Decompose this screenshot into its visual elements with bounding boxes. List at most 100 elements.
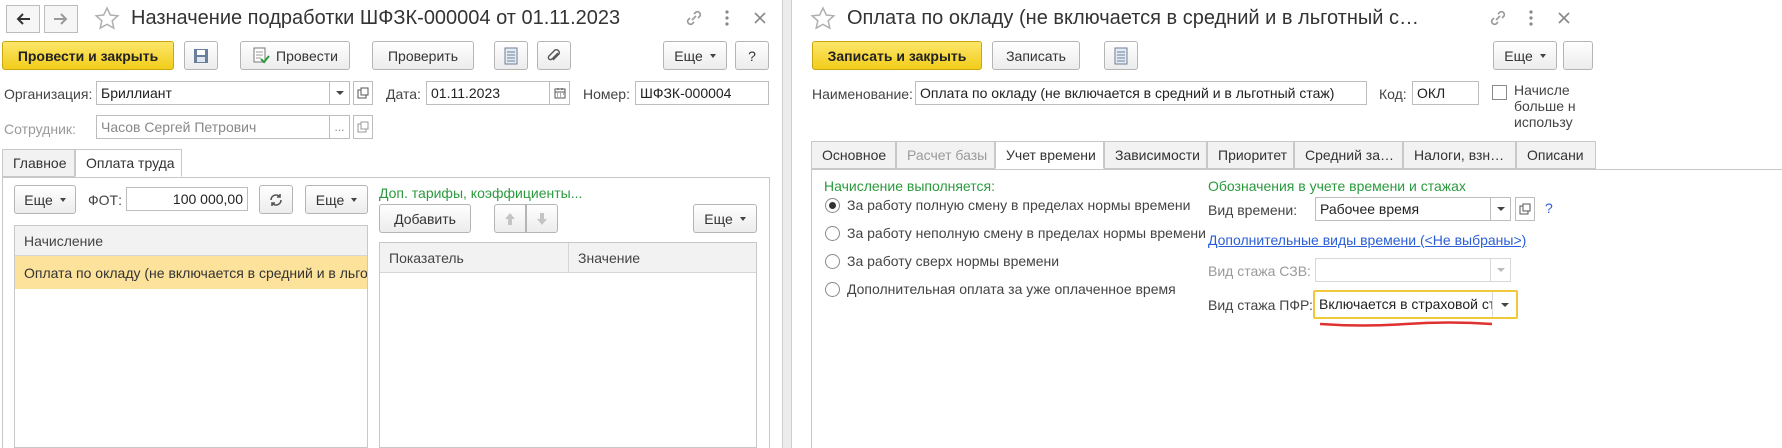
arrow-right-icon (54, 13, 68, 25)
number-field[interactable]: ШФЗК-000004 (635, 81, 769, 105)
refresh-fot-button[interactable] (259, 185, 293, 214)
tariffs-more-button[interactable]: Еще (693, 204, 757, 233)
time-kind-dropdown[interactable] (1491, 197, 1511, 221)
employee-open-button[interactable] (353, 115, 373, 139)
post-and-close-button[interactable]: Провести и закрыть (2, 41, 174, 70)
save-button[interactable] (184, 41, 218, 70)
tariffs-table-header: Показатель Значение (380, 243, 756, 273)
time-kind-field[interactable]: Рабочее время (1315, 197, 1491, 221)
extra-tariffs-link[interactable]: Доп. тарифы, коэффициенты... (379, 185, 582, 201)
radio-part-shift[interactable] (825, 226, 840, 241)
report-button[interactable] (1104, 41, 1138, 70)
name-field[interactable]: Оплата по окладу (не включается в средни… (915, 81, 1367, 105)
date-picker-button[interactable] (550, 81, 570, 105)
more-menu-label: Еще (674, 47, 703, 64)
link-icon[interactable] (684, 9, 704, 30)
favorite-star-icon[interactable] (94, 6, 120, 35)
fot-more-button[interactable]: Еще (305, 185, 368, 214)
date-label: Дата: (386, 86, 421, 102)
fot-field[interactable]: 100 000,00 (126, 187, 248, 211)
tab-general[interactable]: Основное (811, 141, 896, 169)
chevron-down-icon (59, 197, 66, 202)
organization-open-button[interactable] (353, 81, 373, 105)
szv-label: Вид стажа СЗВ: (1208, 263, 1311, 279)
more-menu-button[interactable]: Еще (663, 41, 727, 70)
document-title: Оплата по окладу (не включается в средни… (847, 7, 1419, 29)
checkbox-label: Начисле больше н использу (1514, 82, 1576, 130)
employee-label: Сотрудник: (4, 121, 76, 137)
radio-overtime[interactable] (825, 254, 840, 269)
chevron-down-icon (1496, 207, 1505, 211)
accrual-column-header: Начисление (15, 226, 367, 256)
more-vertical-icon[interactable] (722, 9, 732, 30)
chevron-down-icon (351, 197, 358, 202)
move-up-button[interactable] (494, 204, 526, 233)
attachment-button[interactable] (537, 41, 571, 70)
checkbox-label-line-1: Начисле (1514, 82, 1570, 98)
calendar-icon (554, 88, 565, 99)
organization-dropdown[interactable] (330, 81, 350, 105)
checkbox-label-line-2: больше н (1514, 98, 1576, 114)
forward-button[interactable] (44, 5, 78, 33)
radio-extra-payment[interactable] (825, 282, 840, 297)
employee-field[interactable]: Часов Сергей Петрович (96, 115, 330, 139)
left-window: Назначение подработки ШФЗК-000004 от 01.… (0, 0, 782, 448)
chevron-down-icon (1496, 268, 1505, 272)
organization-field[interactable]: Бриллиант (96, 81, 330, 105)
tab-main[interactable]: Главное (2, 149, 75, 177)
tab-taxes[interactable]: Налоги, взн… (1403, 141, 1516, 169)
back-button[interactable] (6, 5, 40, 33)
code-field[interactable]: ОКЛ (1412, 81, 1479, 105)
post-doc-icon (253, 47, 270, 63)
more-vertical-icon[interactable] (1526, 9, 1536, 30)
more-menu-button[interactable]: Еще (1493, 41, 1557, 70)
check-button[interactable]: Проверить (372, 41, 474, 70)
chevron-down-icon (335, 91, 344, 95)
move-down-button[interactable] (526, 204, 558, 233)
save-record-button[interactable]: Записать (992, 41, 1080, 70)
tab-average[interactable]: Средний за… (1294, 141, 1403, 169)
arrow-up-icon (505, 212, 515, 225)
radio-full-shift-label: За работу полную смену в пределах нормы … (847, 197, 1191, 213)
post-button[interactable]: Провести (240, 41, 350, 70)
organization-label: Организация: (4, 86, 93, 102)
accrual-checkbox[interactable] (1492, 85, 1507, 100)
chevron-down-icon (739, 216, 746, 221)
save-and-close-button[interactable]: Записать и закрыть (812, 41, 982, 70)
chevron-down-icon (709, 53, 716, 58)
tab-priority[interactable]: Приоритет (1207, 141, 1294, 169)
radio-full-shift[interactable] (825, 198, 840, 213)
szv-field[interactable] (1315, 258, 1491, 282)
szv-dropdown[interactable] (1491, 258, 1511, 282)
help-button[interactable]: ? (735, 41, 769, 70)
extra-time-kinds-link[interactable]: Дополнительные виды времени (<Не выбраны… (1208, 232, 1526, 248)
tab-payment[interactable]: Оплата труда (75, 149, 182, 177)
tab-dependencies[interactable]: Зависимости (1104, 141, 1207, 169)
tab-description[interactable]: Описани (1516, 141, 1596, 169)
pfr-dropdown[interactable] (1492, 292, 1516, 317)
fot-more-label: Еще (315, 191, 345, 208)
report-button[interactable] (494, 41, 528, 70)
favorite-star-icon[interactable] (810, 6, 836, 35)
help-button-partial[interactable] (1563, 41, 1593, 70)
tab-time-accounting[interactable]: Учет времени (995, 141, 1104, 169)
accrual-more-button[interactable]: Еще (14, 185, 76, 214)
help-link[interactable]: ? (1545, 200, 1553, 216)
time-kind-open-button[interactable] (1515, 197, 1535, 221)
time-kind-label: Вид времени: (1208, 202, 1298, 218)
tab-base-calc[interactable]: Расчет базы (896, 141, 995, 169)
document-title: Назначение подработки ШФЗК-000004 от 01.… (131, 7, 621, 29)
arrow-down-icon (537, 212, 547, 225)
close-icon[interactable] (752, 9, 768, 30)
link-icon[interactable] (1488, 9, 1508, 30)
close-icon[interactable] (1556, 9, 1572, 30)
window-divider (782, 0, 792, 448)
radio-overtime-label: За работу сверх нормы времени (847, 253, 1060, 269)
date-field[interactable]: 01.11.2023 (426, 81, 550, 105)
paperclip-icon (547, 48, 560, 60)
add-button[interactable]: Добавить (379, 204, 471, 233)
post-button-label: Провести (276, 47, 338, 64)
radio-part-shift-label: За работу неполную смену в пределах норм… (847, 225, 1206, 241)
table-row[interactable]: Оплата по окладу (не включается в средни… (15, 256, 367, 289)
employee-select-button[interactable]: ... (330, 115, 350, 139)
